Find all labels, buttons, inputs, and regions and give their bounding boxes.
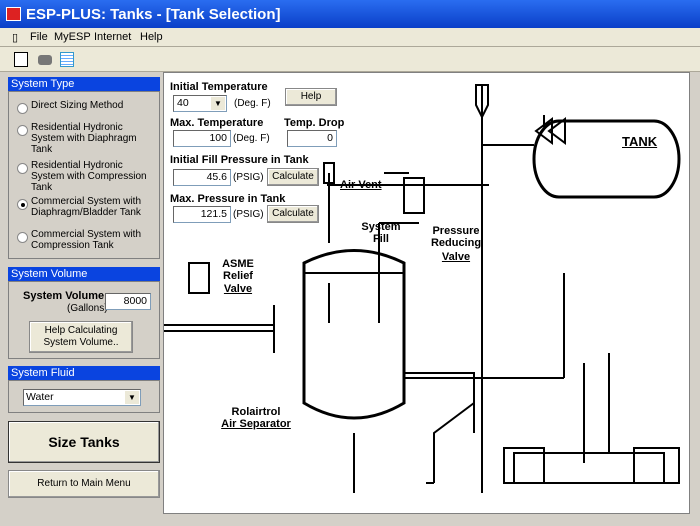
- system-menu-icon[interactable]: ▯: [12, 31, 18, 44]
- tank-label: TANK: [622, 134, 658, 149]
- max-temperature-label: Max. Temperature: [170, 117, 264, 129]
- initial-temperature-label: Initial Temperature: [170, 81, 268, 93]
- asme-label: ASME Relief: [222, 258, 254, 282]
- system-volume-input[interactable]: 8000: [105, 293, 151, 310]
- radio-button-selected[interactable]: [17, 199, 28, 210]
- return-main-menu-button[interactable]: Return to Main Menu: [8, 470, 160, 498]
- fill-pressure-label: Initial Fill Pressure in Tank: [170, 154, 309, 166]
- air-separator-label: Air Separator: [221, 418, 291, 430]
- max-pressure-input[interactable]: 121.5: [173, 206, 231, 223]
- new-document-icon[interactable]: [14, 52, 28, 67]
- window-title: ESP-PLUS: Tanks - [Tank Selection]: [26, 6, 281, 23]
- notes-icon[interactable]: [60, 52, 74, 67]
- system-fluid-panel: Water ▼: [8, 380, 160, 413]
- system-type-panel: Direct Sizing Method Residential Hydroni…: [8, 91, 160, 259]
- system-type-header: System Type: [8, 77, 160, 91]
- menu-file[interactable]: File: [30, 31, 48, 43]
- menu-bar: ▯ File MyESP Internet Help: [0, 28, 700, 47]
- system-fluid-value: Water: [26, 391, 54, 403]
- system-fluid-header: System Fluid: [8, 366, 160, 380]
- title-bar: ESP-PLUS: Tanks - [Tank Selection]: [0, 0, 700, 28]
- radio-button[interactable]: [17, 163, 28, 174]
- radio-button[interactable]: [17, 232, 28, 243]
- menu-internet[interactable]: Internet: [94, 31, 131, 43]
- prv-icon: [403, 177, 425, 214]
- menu-myesp[interactable]: MyESP: [54, 31, 91, 43]
- chevron-down-icon[interactable]: ▼: [125, 391, 139, 404]
- calculate-fill-pressure-button[interactable]: Calculate: [267, 168, 319, 186]
- radio-direct-sizing[interactable]: Direct Sizing Method: [17, 100, 123, 114]
- temp-drop-label: Temp. Drop: [284, 117, 345, 129]
- print-icon[interactable]: [38, 55, 52, 65]
- diagram-canvas: Initial Temperature 40 ▼ (Deg. F) Help Ma…: [163, 72, 690, 514]
- rolairtrol-label: Rolairtrol: [231, 406, 281, 418]
- gallons-unit: (Gallons): [67, 303, 108, 314]
- initial-temperature-value: 40: [177, 97, 189, 109]
- radio-residential-compression[interactable]: Residential Hydronic System with Compres…: [17, 160, 157, 193]
- app-icon: [6, 7, 21, 21]
- system-volume-label: System Volume: [23, 290, 105, 302]
- max-pressure-label: Max. Pressure in Tank: [170, 193, 286, 205]
- radio-commercial-diaphragm[interactable]: Commercial System with Diaphragm/Bladder…: [17, 196, 147, 218]
- asme-valve-label: Valve: [223, 283, 253, 295]
- initial-temperature-select[interactable]: 40 ▼: [173, 95, 227, 112]
- relief-valve-icon: [188, 262, 210, 294]
- help-system-volume-button[interactable]: Help Calculating System Volume..: [29, 321, 133, 353]
- menu-help[interactable]: Help: [140, 31, 163, 43]
- prv-valve-label: Valve: [441, 251, 471, 263]
- deg-f-unit: (Deg. F): [233, 133, 270, 144]
- prv-label: Pressure Reducing: [430, 225, 482, 249]
- psig-unit: (PSIG): [233, 172, 264, 183]
- air-vent-label: Air Vent: [340, 179, 382, 191]
- calculate-max-pressure-button[interactable]: Calculate: [267, 205, 319, 223]
- radio-residential-diaphragm[interactable]: Residential Hydronic System with Diaphra…: [17, 122, 157, 155]
- system-volume-header: System Volume: [8, 267, 160, 281]
- system-volume-panel: System Volume (Gallons) 8000 Help Calcul…: [8, 281, 160, 359]
- system-fill-label: System Fill: [361, 221, 401, 245]
- temp-drop-input[interactable]: 0: [287, 130, 337, 147]
- fill-pressure-input[interactable]: 45.6: [173, 169, 231, 186]
- chevron-down-icon[interactable]: ▼: [211, 97, 225, 110]
- psig-unit: (PSIG): [233, 209, 264, 220]
- toolbar: [0, 47, 700, 72]
- help-button[interactable]: Help: [285, 88, 337, 106]
- deg-f-unit: (Deg. F): [234, 98, 271, 109]
- expansion-tank: [532, 119, 681, 199]
- radio-commercial-compression[interactable]: Commercial System with Compression Tank: [17, 229, 147, 251]
- radio-button[interactable]: [17, 103, 28, 114]
- radio-button[interactable]: [17, 125, 28, 136]
- system-fluid-select[interactable]: Water ▼: [23, 389, 141, 406]
- max-temperature-input[interactable]: 100: [173, 130, 231, 147]
- size-tanks-button[interactable]: Size Tanks: [8, 421, 160, 463]
